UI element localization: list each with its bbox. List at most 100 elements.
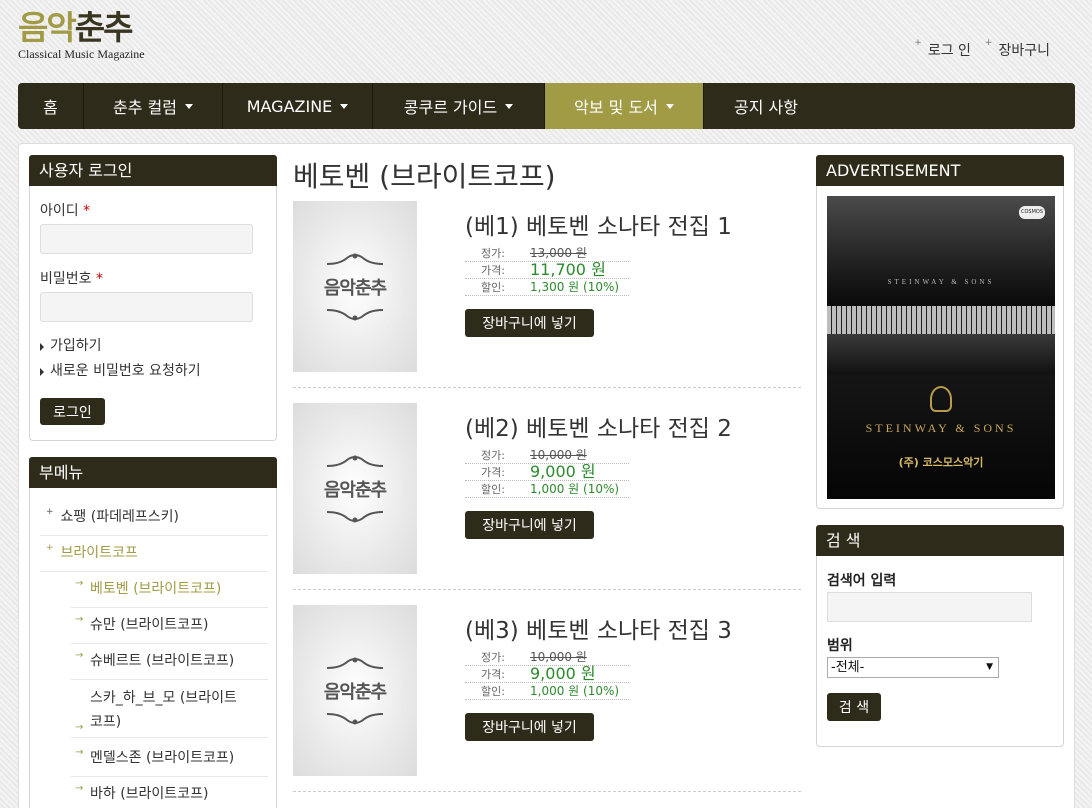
arrow-right-icon: → <box>75 650 84 661</box>
submenu-item-chopin[interactable]: + 쇼팽 (파데레프스키) <box>40 506 268 536</box>
add-to-cart-button[interactable]: 장바구니에 넣기 <box>465 309 594 337</box>
submenu-item-breitkopf[interactable]: + 브라이트코프 <box>40 542 268 572</box>
thumbnail-text: 음악춘추 <box>323 681 387 703</box>
product-thumbnail[interactable]: 음악춘추 <box>293 403 417 574</box>
discount-value: 1,000 원 (10%) <box>530 482 620 496</box>
ornament-icon <box>326 657 384 669</box>
product-thumbnail[interactable]: 음악춘추 <box>293 201 417 372</box>
ornament-icon <box>326 455 384 467</box>
plus-icon: + <box>46 543 54 553</box>
triangle-right-icon <box>40 342 44 351</box>
product-item: 음악춘추 (베1) 베토벤 소나타 전집 1 정가: 13,000 원 가격: 11… <box>293 201 801 388</box>
login-block-title: 사용자 로그인 <box>29 155 277 186</box>
ornament-icon <box>326 308 384 320</box>
list-price: 10,000 원 <box>530 448 587 462</box>
submenu-sub-label: 멘델스존 (브라이트코프) <box>90 750 235 766</box>
page-title: 베토벤 (브라이트코프) <box>293 160 556 193</box>
ad-brand-text: STEINWAY & SONS <box>865 421 1017 435</box>
caret-down-icon <box>184 104 193 109</box>
advertisement-image[interactable]: STEINWAY & SONS COSMOS STEINWAY & SONS (… <box>827 196 1055 499</box>
password-input[interactable] <box>40 292 253 322</box>
scope-label: 범위 <box>827 638 853 654</box>
submenu-sub-mendelssohn[interactable]: → 멘델스존 (브라이트코프) <box>71 747 268 777</box>
cosmos-badge: COSMOS <box>1019 206 1045 219</box>
submenu-sub-schumann[interactable]: → 슈만 (브라이트코프) <box>71 614 268 644</box>
piano-keys <box>827 306 1055 334</box>
product-title[interactable]: (베3) 베토벤 소나타 전집 3 <box>465 611 732 645</box>
nav-magazine[interactable]: MAGAZINE <box>223 83 373 129</box>
nav-scores-books[interactable]: 악보 및 도서 <box>545 83 704 129</box>
discount-row: 할인: 1,300 원 (10%) <box>465 279 629 296</box>
discount-row: 할인: 1,000 원 (10%) <box>465 683 629 700</box>
nav-label: 악보 및 도서 <box>574 98 658 117</box>
nav-home[interactable]: 홈 <box>18 83 84 129</box>
add-to-cart-button[interactable]: 장바구니에 넣기 <box>465 713 594 741</box>
nav-column[interactable]: 춘추 컬럼 <box>84 83 223 129</box>
search-button[interactable]: 검 색 <box>827 693 881 721</box>
scope-select-value: -전체- <box>831 660 865 675</box>
site-logo[interactable]: 음악춘추 Classical Music Magazine <box>18 10 178 70</box>
search-input-label: 검색어 입력 <box>827 573 897 589</box>
nav-label: 공지 사항 <box>734 98 798 117</box>
submenu-sub-misc[interactable]: → 스카_하_브_모 (브라이트코프) <box>71 686 268 738</box>
list-price: 10,000 원 <box>530 650 587 664</box>
arrow-right-icon: → <box>75 722 84 733</box>
product-item: 음악춘추 (베3) 베토벤 소나타 전집 3 정가: 10,000 원 가격: 9,… <box>293 605 801 792</box>
thumbnail-text: 음악춘추 <box>323 479 387 501</box>
price-row: 가격: 9,000 원 <box>465 666 629 683</box>
discount-label: 할인: <box>481 483 505 496</box>
caret-down-icon <box>665 104 674 109</box>
required-mark: * <box>95 271 103 287</box>
product-thumbnail[interactable]: 음악춘추 <box>293 605 417 776</box>
price-table: 정가: 10,000 원 가격: 9,000 원 할인: 1,000 원 (10%) <box>465 447 629 498</box>
submenu-sub-label: 베토벤 (브라이트코프) <box>90 581 222 597</box>
sale-price: 9,000 원 <box>530 664 596 683</box>
price-label: 가격: <box>481 264 505 277</box>
login-link[interactable]: + 로그 인 <box>914 38 971 60</box>
price-label: 가격: <box>481 466 505 479</box>
login-button[interactable]: 로그인 <box>40 398 105 425</box>
product-title[interactable]: (베1) 베토벤 소나타 전집 1 <box>465 207 732 241</box>
arrow-right-icon: → <box>75 614 84 625</box>
arrow-right-icon: → <box>75 747 84 758</box>
logo-text-2: 춘추 <box>74 8 134 47</box>
discount-row: 할인: 1,000 원 (10%) <box>465 481 629 498</box>
plus-icon: + <box>914 38 922 48</box>
ornament-icon <box>326 253 384 265</box>
cart-link[interactable]: + 장바구니 <box>985 38 1050 60</box>
password-label-text: 비밀번호 <box>40 271 92 287</box>
id-input[interactable] <box>40 224 253 254</box>
submenu-sub-bach[interactable]: → 바하 (브라이트코프) <box>71 783 268 808</box>
price-table: 정가: 13,000 원 가격: 11,700 원 할인: 1,300 원 (10%) <box>465 245 629 296</box>
submenu-sub-beethoven[interactable]: → 베토벤 (브라이트코프) <box>71 578 268 608</box>
plus-icon: + <box>46 507 54 517</box>
discount-label: 할인: <box>481 685 505 698</box>
lyre-icon <box>930 386 952 412</box>
search-input[interactable] <box>827 592 1032 622</box>
scope-select[interactable]: -전체- ▼ <box>827 657 999 678</box>
submenu-sub-label: 스카_하_브_모 (브라이트 <box>90 690 237 706</box>
signup-link[interactable]: 가입하기 <box>40 334 201 359</box>
arrow-right-icon: → <box>75 578 84 589</box>
id-label: 아이디 * <box>40 200 90 220</box>
nav-competition[interactable]: 콩쿠르 가이드 <box>373 83 545 129</box>
nav-label: 콩쿠르 가이드 <box>403 98 498 117</box>
reset-password-link[interactable]: 새로운 비밀번호 요청하기 <box>40 359 201 384</box>
price-row: 가격: 11,700 원 <box>465 262 629 279</box>
list-price: 13,000 원 <box>530 246 587 260</box>
nav-notice[interactable]: 공지 사항 <box>704 83 828 129</box>
id-label-text: 아이디 <box>40 203 79 219</box>
triangle-right-icon <box>40 367 44 376</box>
submenu-sub-label-cont: 코프) <box>90 714 122 730</box>
ornament-icon <box>326 712 384 724</box>
add-to-cart-button[interactable]: 장바구니에 넣기 <box>465 511 594 539</box>
login-links: 가입하기 새로운 비밀번호 요청하기 <box>40 334 201 384</box>
submenu-block: 부메뉴 + 쇼팽 (파데레프스키) + 브라이트코프 → 베토벤 (브라이트코프) →… <box>29 457 277 808</box>
main-nav: 홈 춘추 컬럼 MAGAZINE 콩쿠르 가이드 악보 및 도서 공지 사항 <box>18 83 1075 129</box>
price-row: 가격: 9,000 원 <box>465 464 629 481</box>
discount-value: 1,000 원 (10%) <box>530 684 620 698</box>
product-item: 음악춘추 (베2) 베토벤 소나타 전집 2 정가: 10,000 원 가격: 9,… <box>293 403 801 590</box>
submenu-sub-schubert[interactable]: → 슈베르트 (브라이트코프) <box>71 650 268 680</box>
product-title[interactable]: (베2) 베토벤 소나타 전집 2 <box>465 409 732 443</box>
search-block: 검 색 검색어 입력 범위 -전체- ▼ 검 색 <box>816 525 1064 747</box>
